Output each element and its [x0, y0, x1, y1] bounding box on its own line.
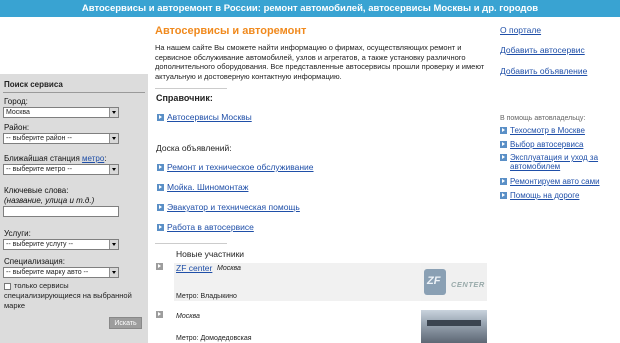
arrow-bullet-icon	[500, 192, 507, 199]
keywords-hint: (название, улица и т.д.)	[4, 196, 94, 205]
chevron-down-icon	[109, 240, 118, 249]
member-metro: Метро: Владыкино	[176, 293, 237, 300]
helper-heading: В помощь автовладельцу:	[500, 115, 586, 122]
station-label-text: Ближайшая станция	[4, 154, 80, 163]
arrow-bullet-icon	[500, 127, 507, 134]
services-select-value: -- выберите услугу --	[6, 241, 74, 248]
metro-link[interactable]: метро	[82, 154, 104, 163]
helper-link-choose[interactable]: Выбор автосервиса	[500, 140, 615, 149]
board-link-label[interactable]: Работа в автосервисе	[167, 222, 254, 232]
district-label: Район:	[4, 123, 30, 132]
add-ad-link[interactable]: Добавить объявление	[500, 66, 587, 76]
specialization-select[interactable]: -- выберите марку авто --	[3, 267, 119, 278]
directory-link-moscow[interactable]: Автосервисы Москвы	[157, 112, 252, 122]
chevron-down-icon	[109, 134, 118, 143]
arrow-bullet-icon	[157, 184, 164, 191]
add-service-link[interactable]: Добавить автосервис	[500, 45, 585, 55]
district-select-value: -- выберите район --	[6, 135, 73, 142]
keywords-hint-text: (название, улица и т.д.)	[4, 196, 95, 205]
keywords-input[interactable]	[3, 206, 119, 217]
arrow-bullet-icon	[157, 164, 164, 171]
member-photo[interactable]	[421, 310, 487, 343]
arrow-bullet-icon	[500, 141, 507, 148]
logo-word: CENTER	[451, 280, 485, 289]
member-logo[interactable]: ZF CENTER	[421, 263, 487, 301]
about-portal-link[interactable]: О портале	[500, 25, 541, 35]
district-select[interactable]: -- выберите район --	[3, 133, 119, 144]
board-link-label[interactable]: Мойка. Шиномонтаж	[167, 182, 248, 192]
specialization-label: Специализация:	[4, 257, 65, 266]
board-link-tow[interactable]: Эвакуатор и техническая помощь	[157, 202, 300, 212]
arrow-bullet-icon	[157, 224, 164, 231]
helper-link-diy[interactable]: Ремонтируем авто сами	[500, 177, 615, 186]
city-label: Город:	[4, 97, 28, 106]
chevron-down-icon	[109, 108, 118, 117]
helper-link-inspection[interactable]: Техосмотр в Москве	[500, 126, 615, 135]
member-metro: Метро: Домодедовская	[176, 335, 252, 342]
chevron-down-icon	[109, 165, 118, 174]
directory-heading: Справочник:	[156, 93, 213, 103]
arrow-bullet-icon	[500, 154, 507, 161]
city-select[interactable]: Москва	[3, 107, 119, 118]
metro-select-value: -- выберите метро --	[6, 166, 73, 173]
helper-link-care[interactable]: Эксплуатация и уход за автомобилем	[500, 153, 615, 171]
metro-select[interactable]: -- выберите метро --	[3, 164, 119, 175]
member-city: Москва	[176, 313, 200, 320]
brand-only-label: только сервисы специализирующиеся на выб…	[4, 281, 132, 310]
search-sidebar: Поиск сервиса Город: Москва Район: -- вы…	[0, 74, 148, 343]
member-name-link[interactable]: ZF center	[176, 263, 212, 273]
arrow-bullet-icon	[157, 114, 164, 121]
directory-link-label[interactable]: Автосервисы Москвы	[167, 112, 252, 122]
arrow-bullet-icon	[500, 178, 507, 185]
keywords-label: Ключевые слова:	[4, 186, 69, 195]
arrow-bullet-icon	[156, 263, 163, 270]
board-heading: Доска объявлений:	[156, 143, 232, 153]
page-title: Автосервисы и авторемонт	[155, 25, 307, 37]
helper-link-label[interactable]: Эксплуатация и уход за автомобилем	[510, 153, 615, 171]
divider	[3, 92, 145, 93]
board-link-label[interactable]: Эвакуатор и техническая помощь	[167, 202, 300, 212]
board-link-label[interactable]: Ремонт и техническое обслуживание	[167, 162, 314, 172]
board-link-wash[interactable]: Мойка. Шиномонтаж	[157, 182, 248, 192]
board-link-jobs[interactable]: Работа в автосервисе	[157, 222, 254, 232]
search-title: Поиск сервиса	[4, 80, 63, 89]
station-label: Ближайшая станция метро:	[4, 154, 107, 163]
arrow-bullet-icon	[156, 311, 163, 318]
helper-link-label[interactable]: Техосмотр в Москве	[510, 126, 615, 135]
helper-link-label[interactable]: Ремонтируем авто сами	[510, 177, 615, 186]
arrow-bullet-icon	[157, 204, 164, 211]
services-label: Услуги:	[4, 229, 31, 238]
search-button[interactable]: Искать	[109, 317, 142, 329]
member-city: Москва	[217, 265, 241, 272]
helper-link-label[interactable]: Помощь на дороге	[510, 191, 615, 200]
board-link-repair[interactable]: Ремонт и техническое обслуживание	[157, 162, 314, 172]
helper-link-label[interactable]: Выбор автосервиса	[510, 140, 615, 149]
divider	[155, 88, 227, 89]
specialization-select-value: -- выберите марку авто --	[6, 269, 89, 276]
chevron-down-icon	[109, 268, 118, 277]
new-members-heading: Новые участники	[176, 249, 245, 259]
photo-detail	[427, 320, 481, 326]
logo-mark: ZF	[427, 275, 441, 287]
site-header-banner: Автосервисы и авторемонт в России: ремон…	[0, 0, 620, 17]
divider	[155, 243, 227, 244]
city-select-value: Москва	[6, 109, 30, 116]
helper-link-roadside[interactable]: Помощь на дороге	[500, 191, 615, 200]
services-select[interactable]: -- выберите услугу --	[3, 239, 119, 250]
station-label-colon: :	[104, 154, 107, 163]
intro-text: На нашем сайте Вы сможете найти информац…	[155, 43, 485, 81]
